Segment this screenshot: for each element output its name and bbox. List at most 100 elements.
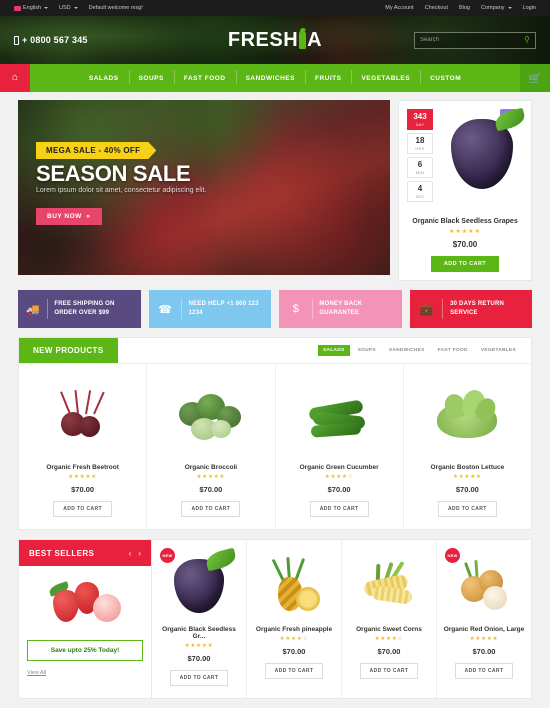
logo-text-2: A xyxy=(307,28,323,51)
currency-label: USD xyxy=(59,5,71,11)
tab-sandwiches[interactable]: SANDWICHES xyxy=(384,345,430,356)
nav-item-sandwiches[interactable]: SANDWICHES xyxy=(235,69,305,84)
hero-row: MEGA SALE - 40% OFF SEASON SALE Lorem ip… xyxy=(18,100,532,281)
link-checkout[interactable]: Checkout xyxy=(425,5,448,11)
product-rating-stars: ★★★★☆ xyxy=(279,636,309,642)
add-to-cart-button[interactable]: ADD TO CART xyxy=(169,670,229,686)
hero-banner[interactable]: MEGA SALE - 40% OFF SEASON SALE Lorem ip… xyxy=(18,100,390,275)
product-card[interactable]: Organic Sweet Corns ★★★★☆ $70.00 ADD TO … xyxy=(342,540,437,698)
tab-soups[interactable]: SOUPS xyxy=(353,345,381,356)
link-company[interactable]: Company xyxy=(481,5,512,11)
truck-icon: 🚚 xyxy=(26,303,40,316)
nav-item-salads[interactable]: SALADS xyxy=(79,75,129,82)
welcome-message: Default welcome msg! xyxy=(88,5,143,11)
currency-selector[interactable]: USD xyxy=(59,5,78,11)
carousel-arrows: ‹ › xyxy=(129,549,141,558)
tab-vegetables[interactable]: VEGETABLES xyxy=(476,345,521,356)
tab-salads[interactable]: SALADS xyxy=(318,345,350,356)
product-image[interactable] xyxy=(442,550,526,622)
product-name[interactable]: Organic Red Onion, Large xyxy=(442,626,526,633)
product-card[interactable]: Organic Fresh Beetroot ★★★★★ $70.00 ADD … xyxy=(19,364,148,529)
product-image[interactable] xyxy=(153,374,268,460)
language-label: English xyxy=(23,5,42,11)
top-bar-right: My Account Checkout Blog Company Login xyxy=(385,5,536,11)
deal-price: $70.00 xyxy=(452,240,478,249)
hero-content: MEGA SALE - 40% OFF SEASON SALE Lorem ip… xyxy=(36,140,380,225)
add-to-cart-button[interactable]: ADD TO CART xyxy=(454,663,514,679)
tab-fast-food[interactable]: FAST FOOD xyxy=(433,345,473,356)
add-to-cart-button[interactable]: ADD TO CART xyxy=(181,501,241,517)
add-to-cart-button[interactable]: ADD TO CART xyxy=(309,501,369,517)
add-to-cart-button[interactable]: ADD TO CART xyxy=(53,501,112,517)
save-today-button[interactable]: Save upto 25% Today! xyxy=(27,640,143,661)
buy-now-button[interactable]: BUY NOW » xyxy=(36,208,102,225)
search-box[interactable]: ⚲ xyxy=(414,31,536,49)
product-card[interactable]: NEW Organic Red Onion, Large ★★★★★ $70.0… xyxy=(437,540,531,698)
new-products-title: NEW PRODUCTS xyxy=(19,338,118,363)
feature-need-help[interactable]: ☎ NEED HELP +1 800 123 1234 xyxy=(148,290,271,328)
new-products-grid: Organic Fresh Beetroot ★★★★★ $70.00 ADD … xyxy=(19,364,531,529)
beetroot-icon xyxy=(47,386,119,448)
lettuce-icon xyxy=(431,386,503,448)
product-card[interactable]: Organic Broccoli ★★★★★ $70.00 ADD TO CAR… xyxy=(147,364,276,529)
product-rating-stars: ★★★★★ xyxy=(184,643,214,649)
pineapple-icon xyxy=(266,555,322,617)
product-card[interactable]: Organic Green Cucumber ★★★★☆ $70.00 ADD … xyxy=(276,364,404,529)
product-name[interactable]: Organic Sweet Corns xyxy=(347,626,431,633)
product-image[interactable] xyxy=(282,374,397,460)
language-selector[interactable]: English xyxy=(14,5,49,11)
deal-product-image[interactable] xyxy=(407,109,523,214)
nav-item-fast-food[interactable]: FAST FOOD xyxy=(173,69,236,84)
search-input[interactable] xyxy=(420,37,525,43)
deal-add-to-cart-button[interactable]: ADD TO CART xyxy=(430,256,500,272)
main-navigation: ⌂ SALADS SOUPS FAST FOOD SANDWICHES FRUI… xyxy=(0,64,550,92)
product-image[interactable] xyxy=(252,550,336,622)
product-price: $70.00 xyxy=(472,647,496,656)
carousel-next-icon[interactable]: › xyxy=(138,549,141,558)
feature-free-shipping[interactable]: 🚚 FREE SHIPPING ON ORDER OVER $99 xyxy=(18,290,141,328)
product-rating-stars: ★★★★★ xyxy=(469,636,499,642)
product-card[interactable]: Organic Fresh pineapple ★★★★☆ $70.00 ADD… xyxy=(247,540,342,698)
add-to-cart-button[interactable]: ADD TO CART xyxy=(264,663,324,679)
feature-divider xyxy=(46,299,48,319)
view-all-link[interactable]: View All xyxy=(27,670,46,676)
top-bar-left: English USD Default welcome msg! xyxy=(14,5,143,11)
nav-item-fruits[interactable]: FRUITS xyxy=(304,69,351,84)
nav-item-soups[interactable]: SOUPS xyxy=(128,69,174,84)
product-image[interactable] xyxy=(410,374,525,460)
product-name[interactable]: Organic Boston Lettuce xyxy=(410,464,525,471)
nav-item-vegetables[interactable]: VEGETABLES xyxy=(351,69,420,84)
product-name[interactable]: Organic Black Seedless Gr... xyxy=(157,626,241,640)
cart-button[interactable]: 🛒 xyxy=(520,64,550,92)
new-products-tabs: SALADS SOUPS SANDWICHES FAST FOOD VEGETA… xyxy=(318,338,531,363)
product-image[interactable] xyxy=(347,550,431,622)
add-to-cart-button[interactable]: ADD TO CART xyxy=(359,663,419,679)
product-card[interactable]: NEW Organic Black Seedless Gr... ★★★★★ $… xyxy=(152,540,247,698)
product-name[interactable]: Organic Green Cucumber xyxy=(282,464,397,471)
link-login[interactable]: Login xyxy=(523,5,536,11)
feature-money-back[interactable]: $ MONEY BACK GUARANTEE xyxy=(279,290,402,328)
top-bar: English USD Default welcome msg! My Acco… xyxy=(0,0,550,16)
search-icon[interactable]: ⚲ xyxy=(524,36,530,44)
product-name[interactable]: Organic Broccoli xyxy=(153,464,268,471)
status-badge-new: NEW xyxy=(160,548,175,563)
nav-item-custom[interactable]: CUSTOM xyxy=(420,69,471,84)
product-price: $70.00 xyxy=(71,485,95,494)
briefcase-icon: 💼 xyxy=(419,303,434,316)
deal-product-name[interactable]: Organic Black Seedless Grapes xyxy=(407,218,523,225)
home-icon: ⌂ xyxy=(11,72,19,83)
link-my-account[interactable]: My Account xyxy=(385,5,413,11)
feature-returns[interactable]: 💼 30 DAYS RETURN SERVICE xyxy=(409,290,532,328)
product-image[interactable] xyxy=(25,374,140,460)
product-price: $70.00 xyxy=(377,647,401,656)
add-to-cart-button[interactable]: ADD TO CART xyxy=(437,501,497,517)
nav-home-button[interactable]: ⌂ xyxy=(0,64,30,92)
product-card[interactable]: Organic Boston Lettuce ★★★★★ $70.00 ADD … xyxy=(404,364,531,529)
link-blog[interactable]: Blog xyxy=(459,5,470,11)
strawberry-icon xyxy=(27,574,143,636)
carousel-prev-icon[interactable]: ‹ xyxy=(129,549,132,558)
chevron-down-icon xyxy=(507,7,512,9)
product-name[interactable]: Organic Fresh Beetroot xyxy=(25,464,140,471)
product-name[interactable]: Organic Fresh pineapple xyxy=(252,626,336,633)
broccoli-icon xyxy=(175,386,247,448)
